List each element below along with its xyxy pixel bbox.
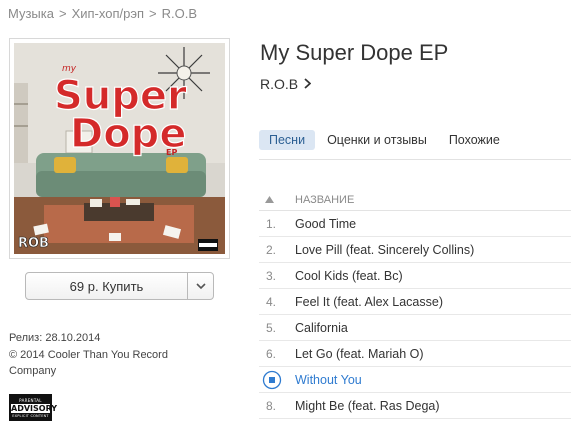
track-row[interactable]: 4. Feel It (feat. Alex Lacasse) [259,289,571,315]
track-title: Without You [295,372,362,387]
now-playing-icon[interactable] [259,370,295,390]
tab-bar: Песни Оценки и отзывы Похожие [259,130,512,150]
artist-name: R.O.B [260,76,299,92]
chevron-right-icon [304,76,312,92]
track-title: Might Be (feat. Ras Dega) [295,398,440,413]
column-header-title[interactable]: НАЗВАНИЕ [295,194,354,206]
album-cover: my Super Dope EP ROB [9,38,230,259]
breadcrumb-item-artist[interactable]: R.O.B [162,6,197,21]
track-title: Let Go (feat. Mariah O) [295,346,424,361]
track-row[interactable]: 8. Might Be (feat. Ras Dega) [259,393,571,419]
track-number: 5. [266,320,277,335]
track-title: California [295,320,348,335]
advisory-line-1: PARENTAL [19,397,42,403]
track-number: 8. [266,398,277,413]
cover-suffix-text: EP [166,148,177,157]
copyright: © 2014 Cooler Than You Record Company [9,349,168,377]
tab-songs[interactable]: Песни [259,130,316,150]
track-title: Good Time [295,216,357,231]
track-row[interactable]: 2. Love Pill (feat. Sincerely Collins) [259,237,571,263]
tabs-divider [259,159,571,160]
album-cover-art: my Super Dope EP ROB [14,43,225,254]
track-row[interactable]: 5. California [259,315,571,341]
track-number: 3. [266,268,277,283]
buy-options-button[interactable] [187,273,213,299]
release-date: Релиз: 28.10.2014 [9,332,101,344]
artist-link[interactable]: R.O.B [260,76,312,92]
album-meta: Релиз: 28.10.2014 © 2014 Cooler Than You… [9,330,209,380]
sort-ascending-icon[interactable] [259,196,295,203]
buy-button-group: 69 р. Купить [25,272,214,300]
track-row-now-playing[interactable]: Without You [259,367,571,393]
track-number: 4. [266,294,277,309]
breadcrumb-separator: > [149,6,157,21]
track-number: 2. [266,242,277,257]
breadcrumb-item-music[interactable]: Музыка [8,6,54,21]
chevron-down-icon [195,277,206,295]
breadcrumb-separator: > [58,6,67,21]
buy-button[interactable]: 69 р. Купить [26,273,187,299]
tab-related[interactable]: Похожие [439,130,510,150]
album-title: My Super Dope EP [260,40,449,65]
track-title: Cool Kids (feat. Bc) [295,268,403,283]
parental-advisory-badge: PARENTAL ADVISORY EXPLICIT CONTENT [9,394,58,421]
track-title: Feel It (feat. Alex Lacasse) [295,294,443,309]
track-row[interactable]: 3. Cool Kids (feat. Bc) [259,263,571,289]
track-row[interactable]: 1. Good Time [259,211,571,237]
track-title: Love Pill (feat. Sincerely Collins) [295,242,475,257]
track-list-header: НАЗВАНИЕ [259,189,571,211]
advisory-line-2: ADVISORY [11,403,58,413]
track-row[interactable]: 6. Let Go (feat. Mariah O) [259,341,571,367]
breadcrumb: Музыка > Хип-хоп/рэп > R.O.B [8,6,197,21]
track-number: 1. [266,216,277,231]
tab-ratings-reviews[interactable]: Оценки и отзывы [317,130,437,150]
breadcrumb-item-genre[interactable]: Хип-хоп/рэп [72,6,144,21]
cover-logo: ROB [18,236,49,251]
advisory-line-3: EXPLICIT CONTENT [12,413,49,418]
track-number: 6. [266,346,277,361]
track-list: НАЗВАНИЕ 1. Good Time 2. Love Pill (feat… [259,189,571,419]
